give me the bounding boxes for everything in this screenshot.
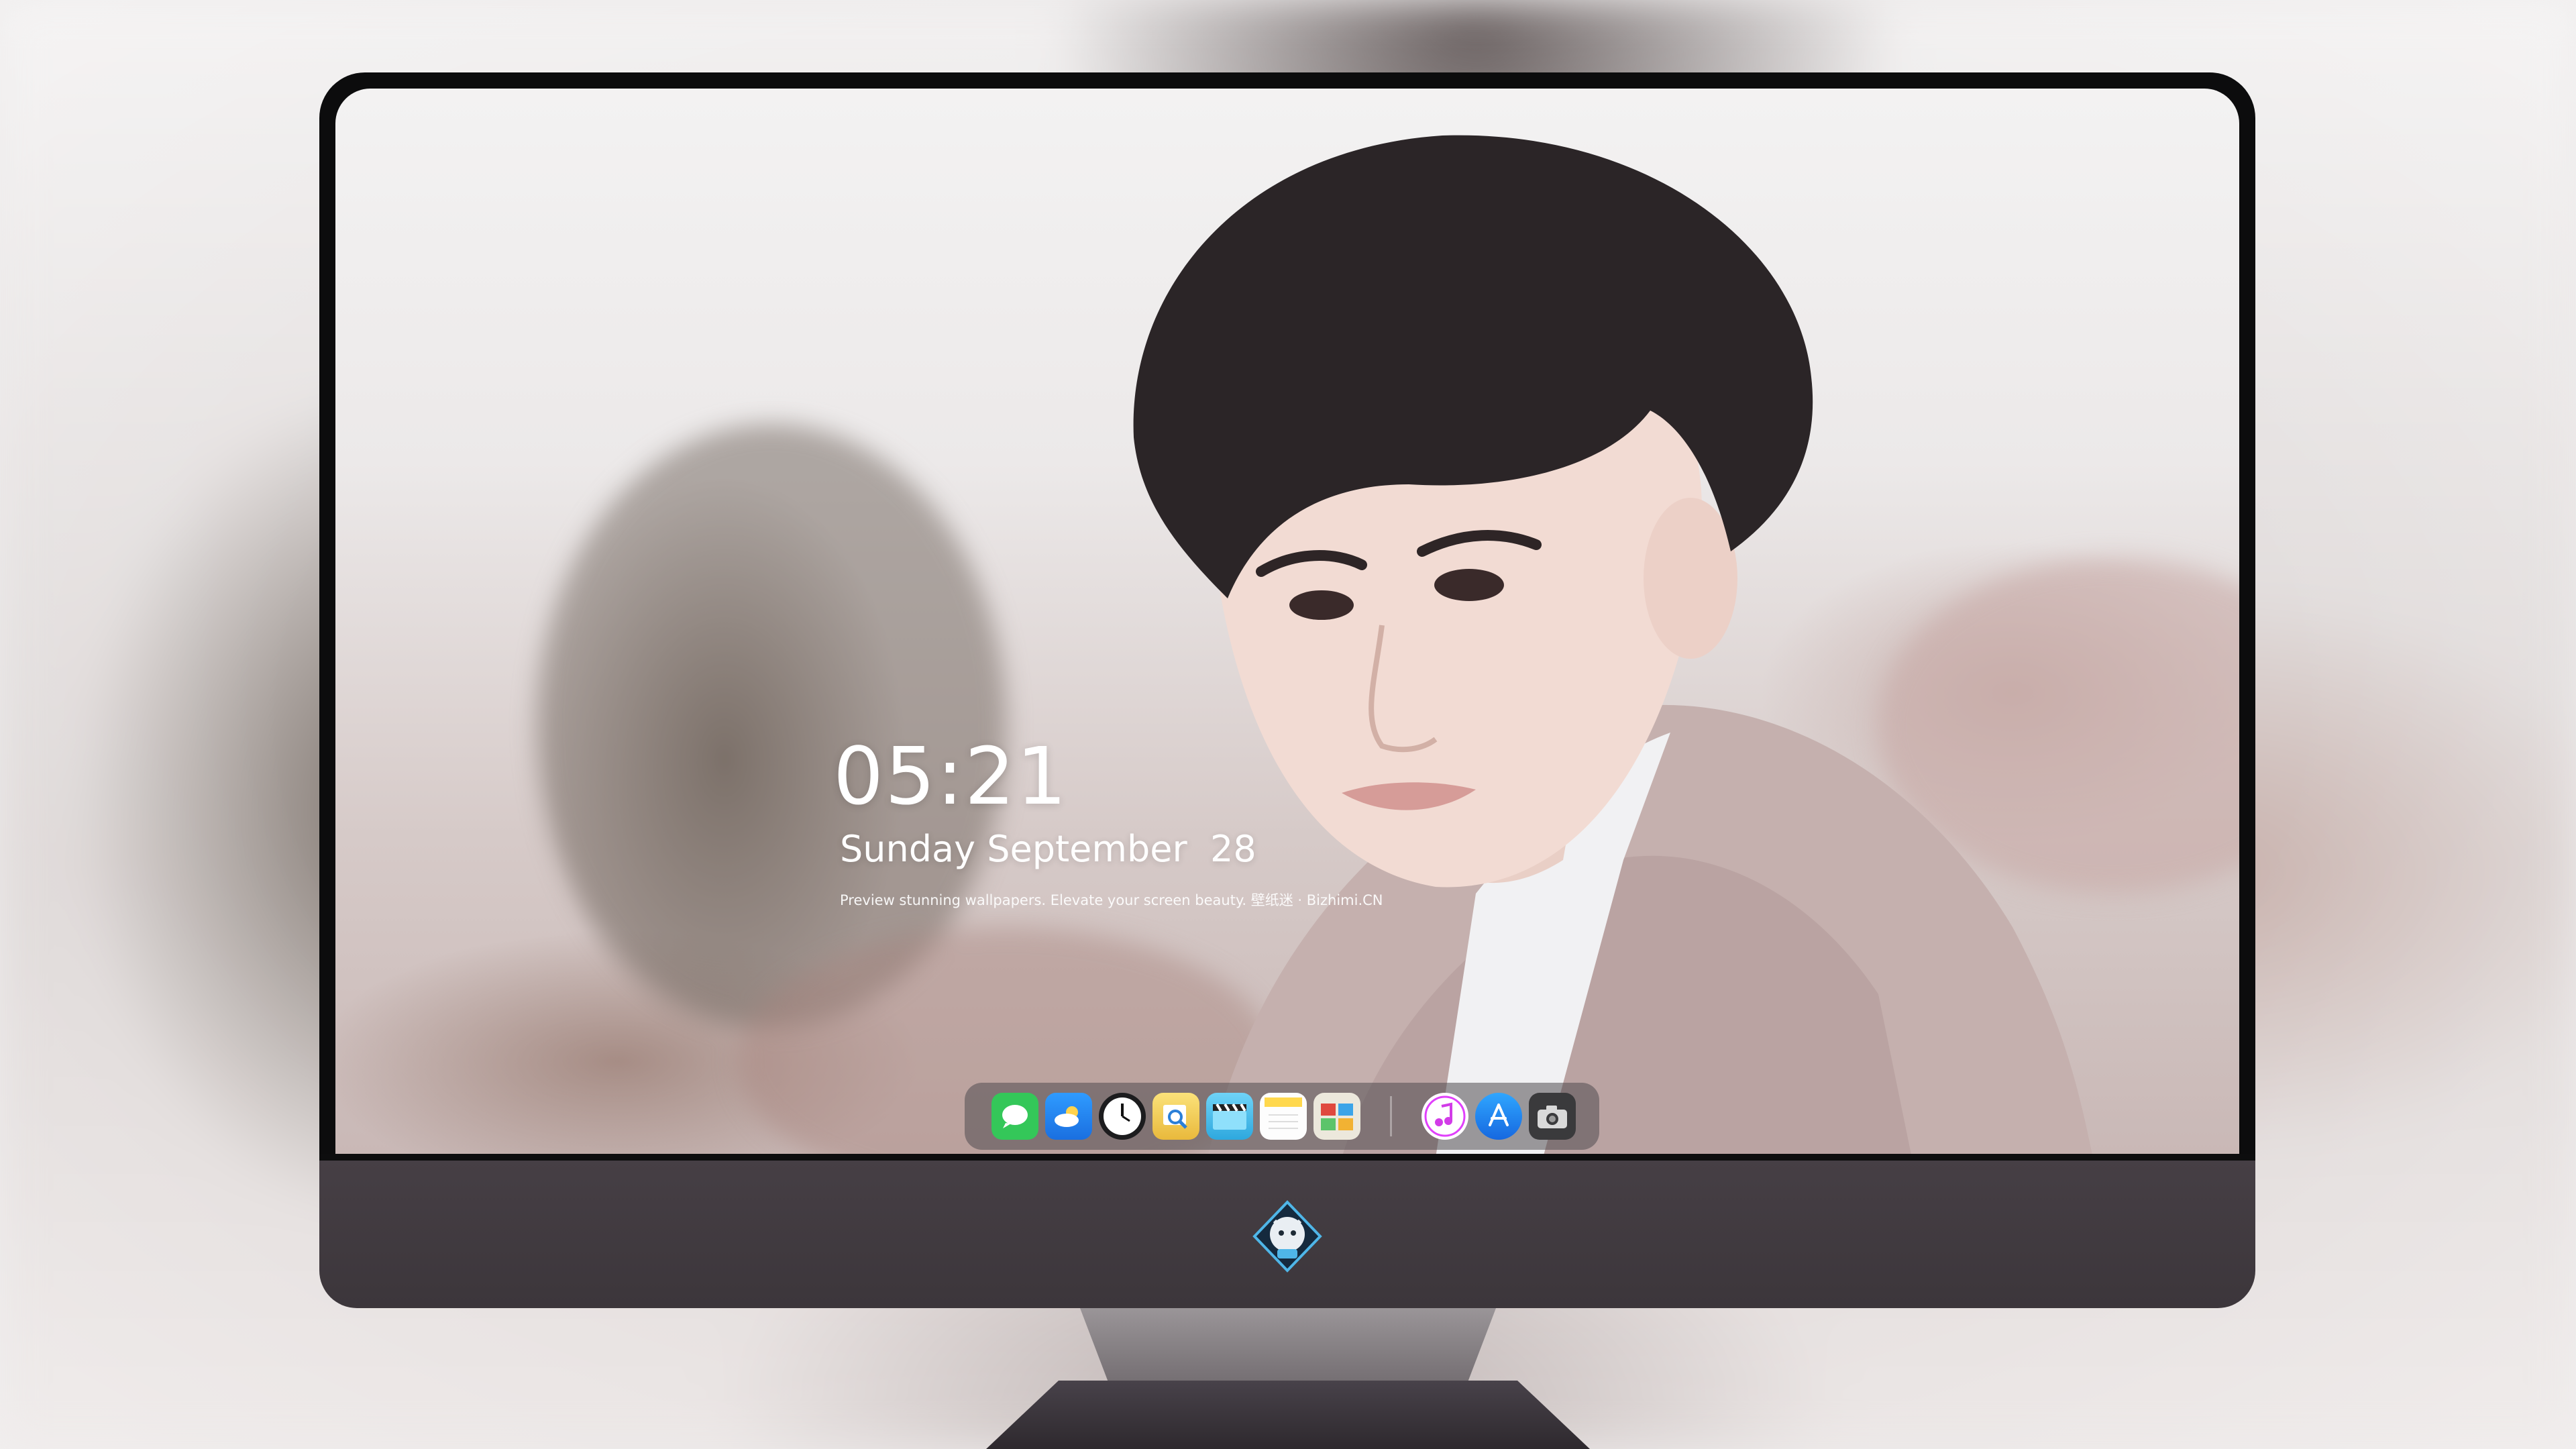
- video-icon[interactable]: [1206, 1093, 1253, 1140]
- dock-separator: [1390, 1096, 1392, 1136]
- clock-icon[interactable]: [1099, 1093, 1146, 1140]
- preview-icon[interactable]: [1152, 1093, 1199, 1140]
- monitor-stand-base: [986, 1381, 1590, 1449]
- monitor-bezel: 05:21 Sunday September 28 Preview stunni…: [319, 72, 2255, 1173]
- brand-logo-badge: [1252, 1200, 1322, 1273]
- wallpaper-portrait: [1133, 135, 2093, 1158]
- messages-icon[interactable]: [991, 1093, 1038, 1140]
- app-store-icon[interactable]: [1475, 1093, 1522, 1140]
- app-dock: [965, 1083, 1599, 1150]
- lock-date: Sunday September 28: [840, 828, 1256, 870]
- notes-icon[interactable]: [1260, 1093, 1307, 1140]
- photo-booth-icon[interactable]: [1313, 1093, 1360, 1140]
- camera-icon[interactable]: [1529, 1093, 1576, 1140]
- weather-icon[interactable]: [1045, 1093, 1092, 1140]
- lock-clock: 05:21: [833, 730, 1069, 822]
- desktop-screen: 05:21 Sunday September 28 Preview stunni…: [335, 89, 2239, 1158]
- music-icon[interactable]: [1421, 1093, 1468, 1140]
- wallpaper-tagline: Preview stunning wallpapers. Elevate you…: [840, 892, 1383, 908]
